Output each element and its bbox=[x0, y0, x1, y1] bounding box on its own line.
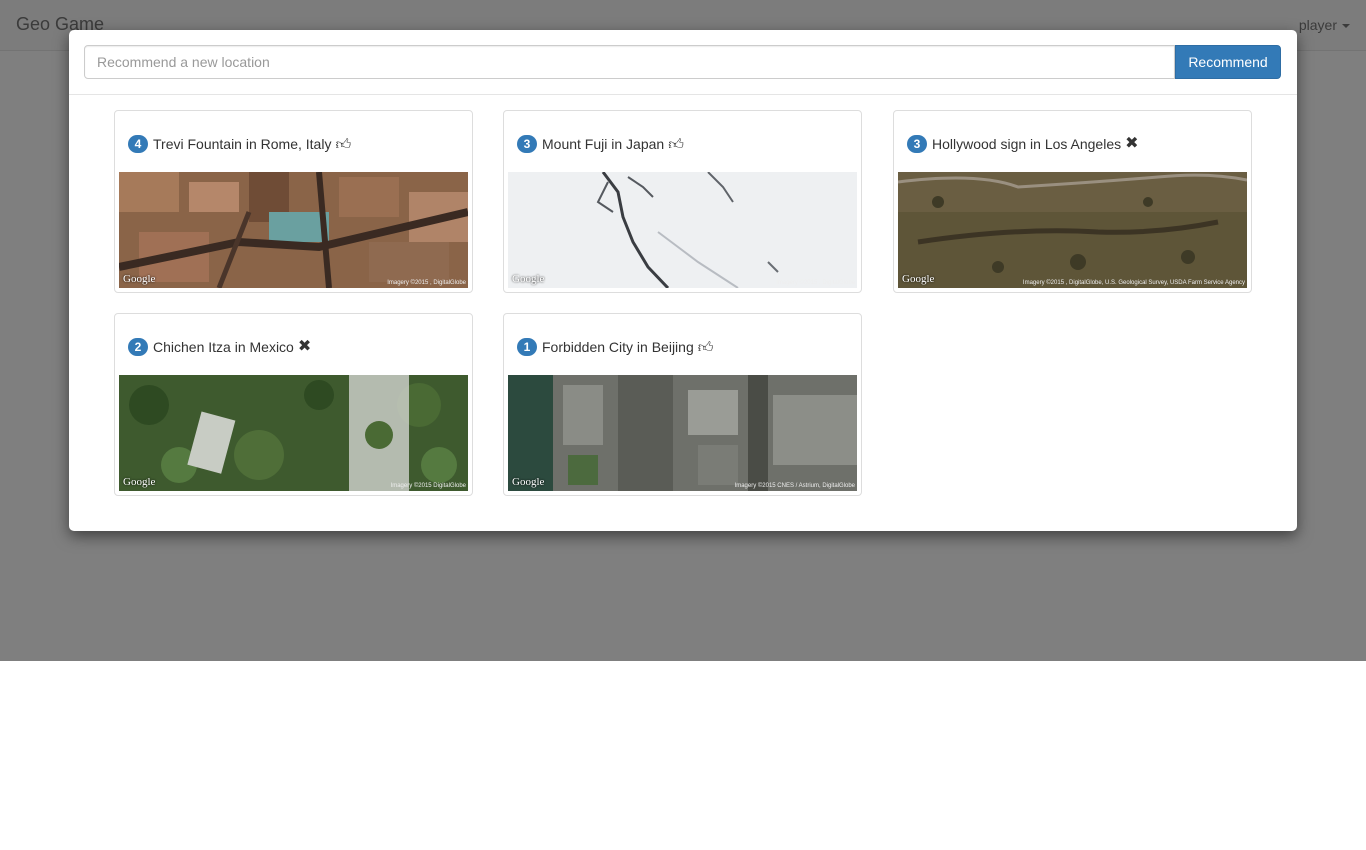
imagery-credit: Imagery ©2015 CNES / Astrium, DigitalGlo… bbox=[734, 483, 855, 489]
satellite-thumbnail[interactable]: Google Imagery ©2015 , DigitalGlobe bbox=[119, 172, 468, 288]
modal-header: Recommend bbox=[69, 30, 1297, 95]
location-name: Mount Fuji in Japan bbox=[542, 136, 665, 152]
remove-icon[interactable]: ✖ bbox=[1125, 136, 1138, 152]
thumbs-up-icon[interactable]: 👍︎ bbox=[668, 137, 684, 152]
satellite-thumbnail[interactable]: Google Imagery ©2015 DigitalGlobe bbox=[119, 375, 468, 491]
location-card: 2 Chichen Itza in Mexico ✖ Google Imager… bbox=[114, 313, 473, 496]
satellite-thumbnail[interactable]: Google Imagery ©2015 CNES / Astrium, Dig… bbox=[508, 375, 857, 491]
thumbs-up-icon[interactable]: 👍︎ bbox=[698, 340, 714, 355]
satellite-thumbnail[interactable]: Google Imagery ©2015 , DigitalGlobe bbox=[508, 172, 857, 288]
card-title: 4 Trevi Fountain in Rome, Italy 👍︎ bbox=[128, 134, 351, 154]
thumbs-up-icon[interactable]: 👍︎ bbox=[335, 137, 351, 152]
location-card: 1 Forbidden City in Beijing 👍︎ Google Im… bbox=[503, 313, 862, 496]
imagery-credit: Imagery ©2015 DigitalGlobe bbox=[390, 483, 466, 489]
imagery-credit: Imagery ©2015 , DigitalGlobe, U.S. Geolo… bbox=[1022, 280, 1245, 286]
vote-count-badge: 1 bbox=[517, 338, 537, 356]
card-title: 3 Mount Fuji in Japan 👍︎ bbox=[517, 134, 684, 154]
location-card: 3 Mount Fuji in Japan 👍︎ Google Imagery … bbox=[503, 110, 862, 293]
map-provider-logo: Google bbox=[512, 273, 545, 285]
map-provider-logo: Google bbox=[123, 273, 156, 285]
map-provider-logo: Google bbox=[512, 476, 545, 488]
recommend-modal: Recommend 4 Trevi Fountain in Rome, Ital… bbox=[69, 30, 1297, 531]
card-title: 1 Forbidden City in Beijing 👍︎ bbox=[517, 337, 713, 357]
imagery-credit: Imagery ©2015 , DigitalGlobe bbox=[387, 280, 466, 286]
vote-count-badge: 2 bbox=[128, 338, 148, 356]
imagery-credit: Imagery ©2015 , DigitalGlobe bbox=[776, 280, 855, 286]
map-provider-logo: Google bbox=[902, 273, 935, 285]
location-name: Chichen Itza in Mexico bbox=[153, 339, 294, 355]
remove-icon[interactable]: ✖ bbox=[298, 339, 311, 355]
card-title: 2 Chichen Itza in Mexico ✖ bbox=[128, 337, 311, 357]
map-provider-logo: Google bbox=[123, 476, 156, 488]
location-input[interactable] bbox=[84, 45, 1175, 79]
vote-count-badge: 3 bbox=[907, 135, 927, 153]
card-title: 3 Hollywood sign in Los Angeles ✖ bbox=[907, 134, 1139, 154]
satellite-thumbnail[interactable]: Google Imagery ©2015 , DigitalGlobe, U.S… bbox=[898, 172, 1247, 288]
recommend-button[interactable]: Recommend bbox=[1175, 45, 1281, 79]
location-name: Hollywood sign in Los Angeles bbox=[932, 136, 1122, 152]
location-name: Trevi Fountain in Rome, Italy bbox=[153, 136, 332, 152]
vote-count-badge: 3 bbox=[517, 135, 537, 153]
vote-count-badge: 4 bbox=[128, 135, 148, 153]
location-card: 4 Trevi Fountain in Rome, Italy 👍︎ Googl… bbox=[114, 110, 473, 293]
location-name: Forbidden City in Beijing bbox=[542, 339, 694, 355]
location-card: 3 Hollywood sign in Los Angeles ✖ Google… bbox=[893, 110, 1252, 293]
